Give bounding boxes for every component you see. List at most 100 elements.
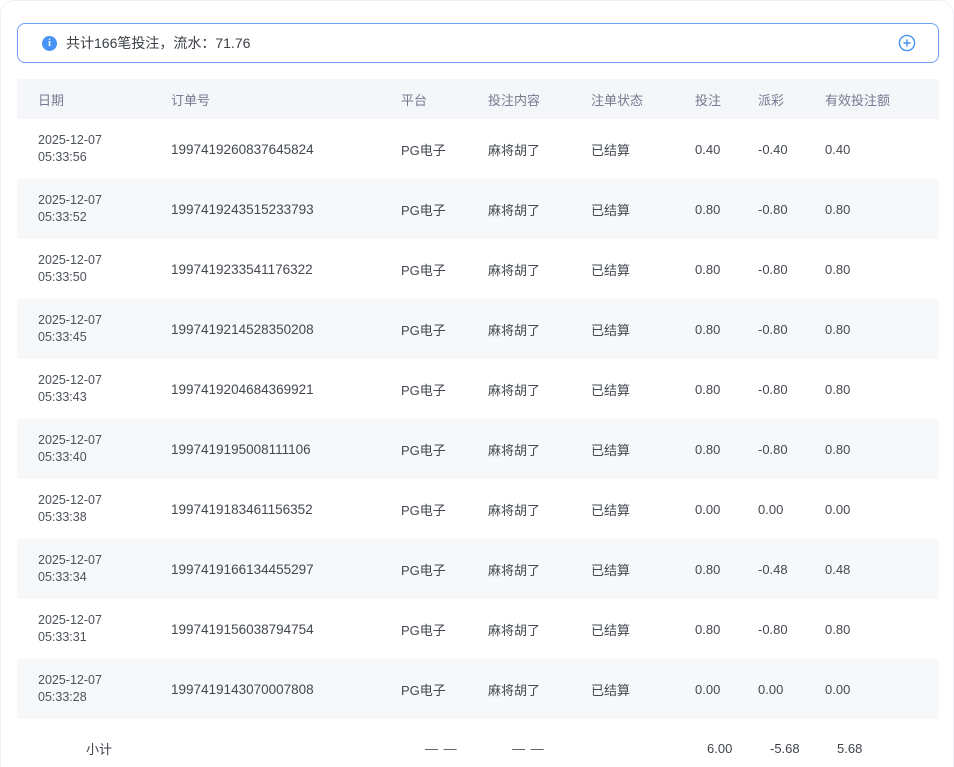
bet-cell: 0.80	[695, 179, 758, 239]
bet-cell: 0.80	[695, 239, 758, 299]
circle-plus-icon[interactable]	[898, 34, 916, 52]
column-header: 有效投注额	[825, 79, 939, 119]
bet-cell: 0.80	[695, 359, 758, 419]
content-cell: 麻将胡了	[488, 479, 591, 539]
table-header-row: 日期订单号平台投注内容注单状态投注派彩有效投注额	[17, 79, 939, 119]
valid-cell: 0.80	[825, 239, 939, 299]
valid-cell: 0.80	[825, 359, 939, 419]
summary-bar: i 共计166笔投注，流水：71.76	[17, 23, 939, 63]
bet-cell: 0.00	[695, 659, 758, 719]
bet-records-page: i 共计166笔投注，流水：71.76 日期订单号平台投注内容注单状态投注派彩有…	[0, 0, 954, 767]
status-cell: 已结算	[591, 179, 695, 239]
order-cell: 1997419243515233793	[171, 179, 401, 239]
bet-cell: 0.40	[695, 119, 758, 179]
table-row: 2025-12-0705:33:401997419195008111106PG电…	[17, 419, 939, 479]
content-cell: 麻将胡了	[488, 179, 591, 239]
date-cell: 2025-12-0705:33:56	[17, 119, 171, 179]
table-row: 2025-12-0705:33:561997419260837645824PG电…	[17, 119, 939, 179]
platform-cell: PG电子	[401, 299, 488, 359]
column-header: 注单状态	[591, 79, 695, 119]
payout-cell: -0.80	[758, 179, 825, 239]
subtotal-valid-cell: 5.68	[825, 719, 939, 767]
date-cell: 2025-12-0705:33:45	[17, 299, 171, 359]
platform-cell: PG电子	[401, 359, 488, 419]
table-row: 2025-12-0705:33:341997419166134455297PG电…	[17, 539, 939, 599]
platform-cell: PG电子	[401, 539, 488, 599]
order-cell: 1997419214528350208	[171, 299, 401, 359]
date-cell: 2025-12-0705:33:34	[17, 539, 171, 599]
platform-cell: PG电子	[401, 419, 488, 479]
content-cell: 麻将胡了	[488, 359, 591, 419]
date-cell: 2025-12-0705:33:52	[17, 179, 171, 239]
bet-cell: 0.00	[695, 479, 758, 539]
content-cell: 麻将胡了	[488, 299, 591, 359]
bet-cell: 0.80	[695, 299, 758, 359]
column-header: 订单号	[171, 79, 401, 119]
subtotal-status-cell	[591, 719, 695, 767]
table-row: 2025-12-0705:33:521997419243515233793PG电…	[17, 179, 939, 239]
status-cell: 已结算	[591, 479, 695, 539]
payout-cell: -0.80	[758, 599, 825, 659]
subtotal-bet-cell: 6.00	[695, 719, 758, 767]
order-cell: 1997419260837645824	[171, 119, 401, 179]
subtotal-content-cell: — —	[488, 719, 591, 767]
date-cell: 2025-12-0705:33:28	[17, 659, 171, 719]
platform-cell: PG电子	[401, 599, 488, 659]
platform-cell: PG电子	[401, 119, 488, 179]
status-cell: 已结算	[591, 419, 695, 479]
order-cell: 1997419233541176322	[171, 239, 401, 299]
payout-cell: -0.80	[758, 239, 825, 299]
payout-cell: -0.80	[758, 419, 825, 479]
valid-cell: 0.00	[825, 479, 939, 539]
column-header: 平台	[401, 79, 488, 119]
platform-cell: PG电子	[401, 179, 488, 239]
table-body: 2025-12-0705:33:561997419260837645824PG电…	[17, 119, 939, 719]
payout-cell: -0.80	[758, 359, 825, 419]
content-cell: 麻将胡了	[488, 659, 591, 719]
status-cell: 已结算	[591, 359, 695, 419]
status-cell: 已结算	[591, 119, 695, 179]
valid-cell: 0.40	[825, 119, 939, 179]
valid-cell: 0.80	[825, 599, 939, 659]
payout-cell: 0.00	[758, 659, 825, 719]
platform-cell: PG电子	[401, 659, 488, 719]
date-cell: 2025-12-0705:33:38	[17, 479, 171, 539]
order-cell: 1997419156038794754	[171, 599, 401, 659]
platform-cell: PG电子	[401, 239, 488, 299]
status-cell: 已结算	[591, 299, 695, 359]
bet-records-table: 日期订单号平台投注内容注单状态投注派彩有效投注额 2025-12-0705:33…	[17, 79, 939, 767]
order-cell: 1997419195008111106	[171, 419, 401, 479]
valid-cell: 0.80	[825, 179, 939, 239]
valid-cell: 0.00	[825, 659, 939, 719]
column-header: 派彩	[758, 79, 825, 119]
column-header: 投注内容	[488, 79, 591, 119]
date-cell: 2025-12-0705:33:50	[17, 239, 171, 299]
order-cell: 1997419183461156352	[171, 479, 401, 539]
content-cell: 麻将胡了	[488, 239, 591, 299]
status-cell: 已结算	[591, 539, 695, 599]
subtotal-label: 小计	[17, 719, 171, 767]
valid-cell: 0.48	[825, 539, 939, 599]
status-cell: 已结算	[591, 239, 695, 299]
payout-cell: -0.40	[758, 119, 825, 179]
bet-cell: 0.80	[695, 599, 758, 659]
content-cell: 麻将胡了	[488, 119, 591, 179]
bet-cell: 0.80	[695, 539, 758, 599]
date-cell: 2025-12-0705:33:43	[17, 359, 171, 419]
platform-cell: PG电子	[401, 479, 488, 539]
payout-cell: 0.00	[758, 479, 825, 539]
column-header: 投注	[695, 79, 758, 119]
order-cell: 1997419204684369921	[171, 359, 401, 419]
order-cell: 1997419166134455297	[171, 539, 401, 599]
order-cell: 1997419143070007808	[171, 659, 401, 719]
table-row: 2025-12-0705:33:501997419233541176322PG电…	[17, 239, 939, 299]
content-cell: 麻将胡了	[488, 599, 591, 659]
date-cell: 2025-12-0705:33:40	[17, 419, 171, 479]
subtotal-order-cell	[171, 719, 401, 767]
content-cell: 麻将胡了	[488, 539, 591, 599]
payout-cell: -0.48	[758, 539, 825, 599]
content-cell: 麻将胡了	[488, 419, 591, 479]
table-row: 2025-12-0705:33:451997419214528350208PG电…	[17, 299, 939, 359]
info-icon: i	[42, 36, 57, 51]
valid-cell: 0.80	[825, 299, 939, 359]
